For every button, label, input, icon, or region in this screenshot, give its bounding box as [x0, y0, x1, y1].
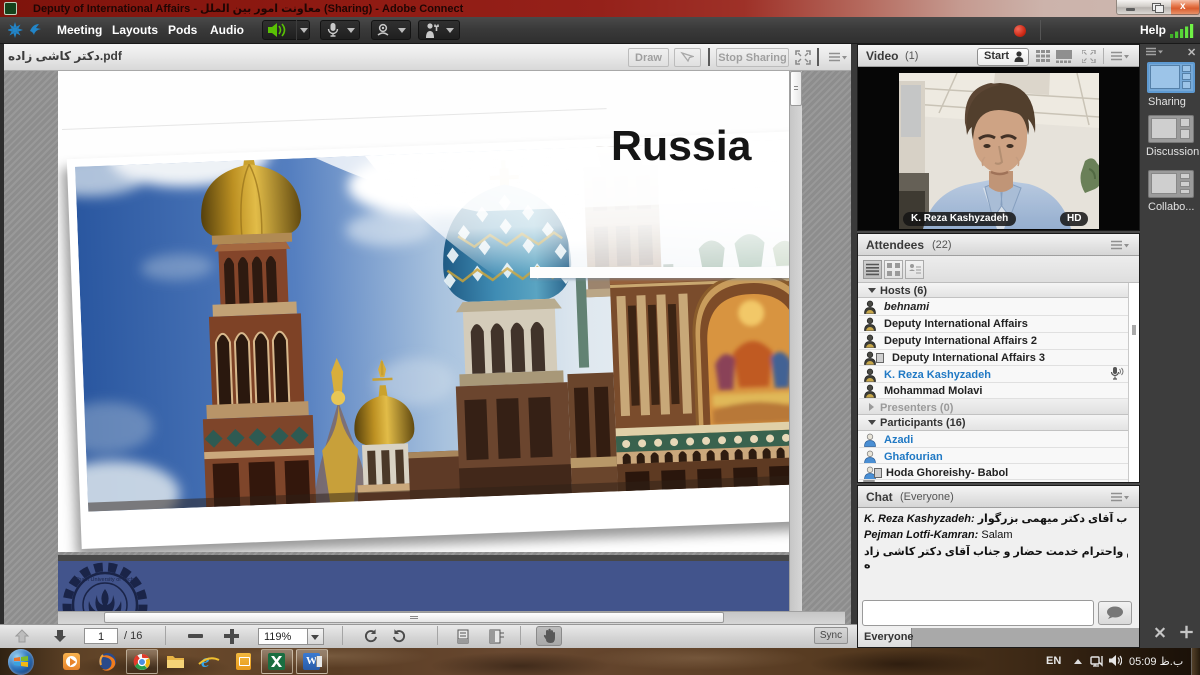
svg-text:Sharif University of Tech.: Sharif University of Tech.: [75, 577, 136, 583]
